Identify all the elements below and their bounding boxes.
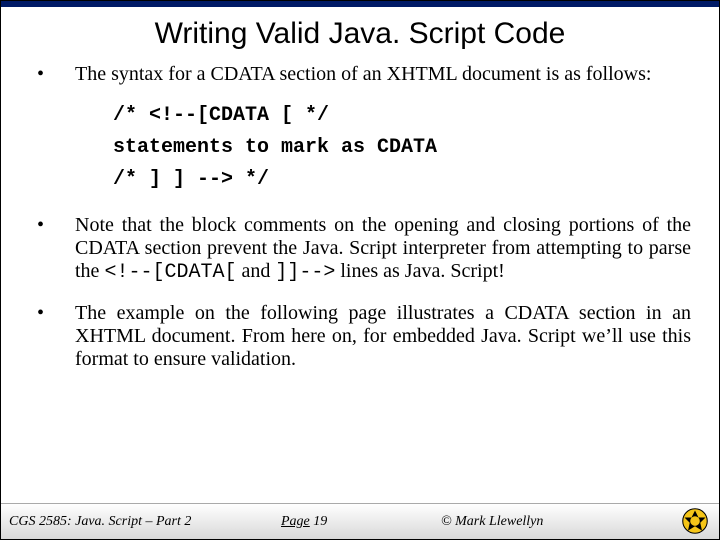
- code-example: /* <!--[CDATA [ */ statements to mark as…: [113, 100, 691, 196]
- bullet-text-3: The example on the following page illust…: [75, 302, 691, 370]
- footer-course: CGS 2585: Java. Script – Part 2: [1, 514, 251, 530]
- code-line-2: statements to mark as CDATA: [113, 132, 691, 164]
- bullet-list: The syntax for a CDATA section of an XHT…: [29, 63, 691, 371]
- ucf-logo-icon: [681, 507, 709, 535]
- bullet-item-2: Note that the block comments on the open…: [29, 214, 691, 284]
- footer-page-label: Page: [281, 514, 310, 529]
- bullet-2-post: lines as Java. Script!: [335, 260, 504, 282]
- slide-footer: CGS 2585: Java. Script – Part 2 Page 19 …: [1, 503, 719, 539]
- bullet-2-code-1: <!--[CDATA[: [104, 261, 236, 284]
- bullet-item-3: The example on the following page illust…: [29, 302, 691, 371]
- code-line-3: /* ] ] --> */: [113, 164, 691, 196]
- footer-copyright: © Mark Llewellyn: [401, 514, 719, 530]
- slide-body: The syntax for a CDATA section of an XHT…: [1, 63, 719, 371]
- code-line-1: /* <!--[CDATA [ */: [113, 100, 691, 132]
- bullet-item-1: The syntax for a CDATA section of an XHT…: [29, 63, 691, 196]
- bullet-2-mid: and: [236, 260, 275, 282]
- footer-page-number: 19: [313, 514, 327, 529]
- slide-title: Writing Valid Java. Script Code: [1, 7, 719, 63]
- bullet-2-code-2: ]]-->: [275, 261, 335, 284]
- bullet-text-1: The syntax for a CDATA section of an XHT…: [75, 63, 651, 85]
- footer-page: Page 19: [251, 514, 401, 530]
